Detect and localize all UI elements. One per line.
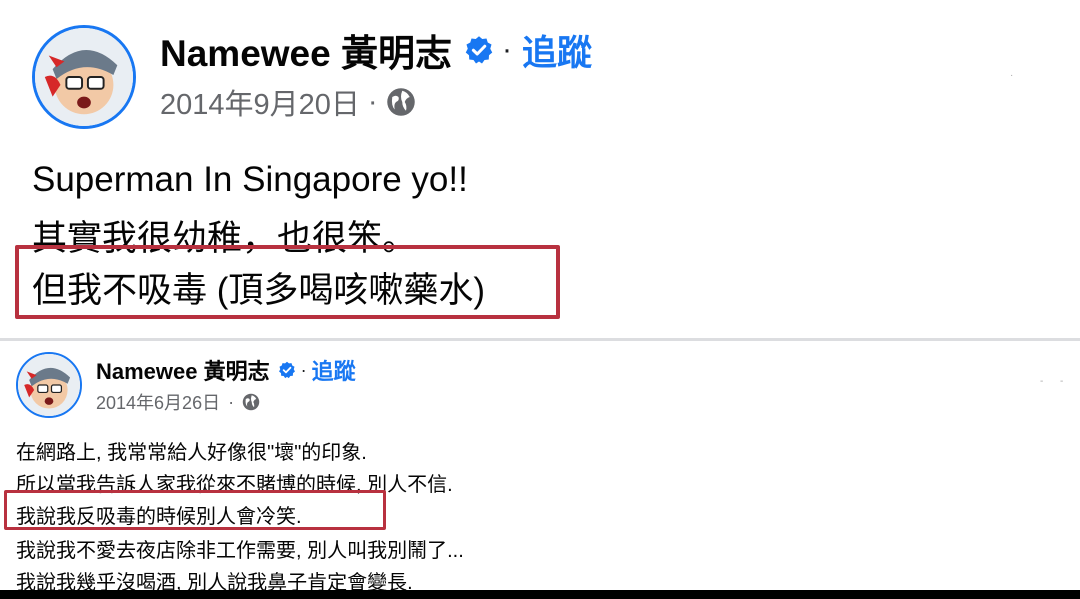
highlight-box [15, 245, 560, 319]
separator-dot: · [502, 33, 512, 66]
separator-dot: · [300, 359, 307, 380]
author-row: Namewee 黃明志 · 追蹤 [96, 354, 356, 386]
edge-mark: - [1060, 376, 1064, 387]
globe-icon [242, 393, 260, 411]
post-date[interactable]: 2014年9月20日 [160, 81, 360, 123]
separator-dot: · [367, 85, 378, 118]
post-date[interactable]: 2014年6月26日 [96, 389, 220, 415]
post-meta: 2014年9月20日 · [160, 82, 416, 122]
avatar-image [18, 354, 80, 416]
post-meta: 2014年6月26日 · [96, 389, 260, 415]
author-name[interactable]: Namewee 黃明志 [96, 354, 270, 386]
post-text-line: 在網路上, 我常常給人好像很"壞"的印象. [16, 442, 367, 464]
post-card-1: Namewee 黃明志 · 追蹤 2014年9月20日 · Superman I… [0, 0, 1080, 340]
author-row: Namewee 黃明志 · 追蹤 [160, 24, 592, 76]
post-text-line: 我說我不愛去夜店除非工作需要, 別人叫我別鬧了... [16, 540, 464, 562]
edge-mark: · [1010, 70, 1014, 81]
follow-button[interactable]: 追蹤 [312, 354, 356, 386]
author-name[interactable]: Namewee 黃明志 [160, 23, 452, 77]
globe-icon [386, 88, 415, 116]
highlight-box [4, 490, 386, 530]
verified-badge-icon [465, 36, 493, 64]
avatar-image [35, 28, 133, 126]
post-card-2: Namewee 黃明志 · 追蹤 2014年6月26日 · 在網路上, 我常常給… [0, 342, 1080, 594]
edge-mark: - [1040, 376, 1044, 387]
separator-dot: · [228, 391, 235, 412]
post-text-line: Superman In Singapore yo!! [32, 160, 468, 199]
follow-button[interactable]: 追蹤 [522, 25, 592, 76]
bottom-bar [0, 590, 1080, 599]
avatar[interactable] [16, 352, 82, 418]
avatar[interactable] [32, 25, 136, 129]
divider [0, 338, 1080, 341]
verified-badge-icon [278, 361, 295, 379]
